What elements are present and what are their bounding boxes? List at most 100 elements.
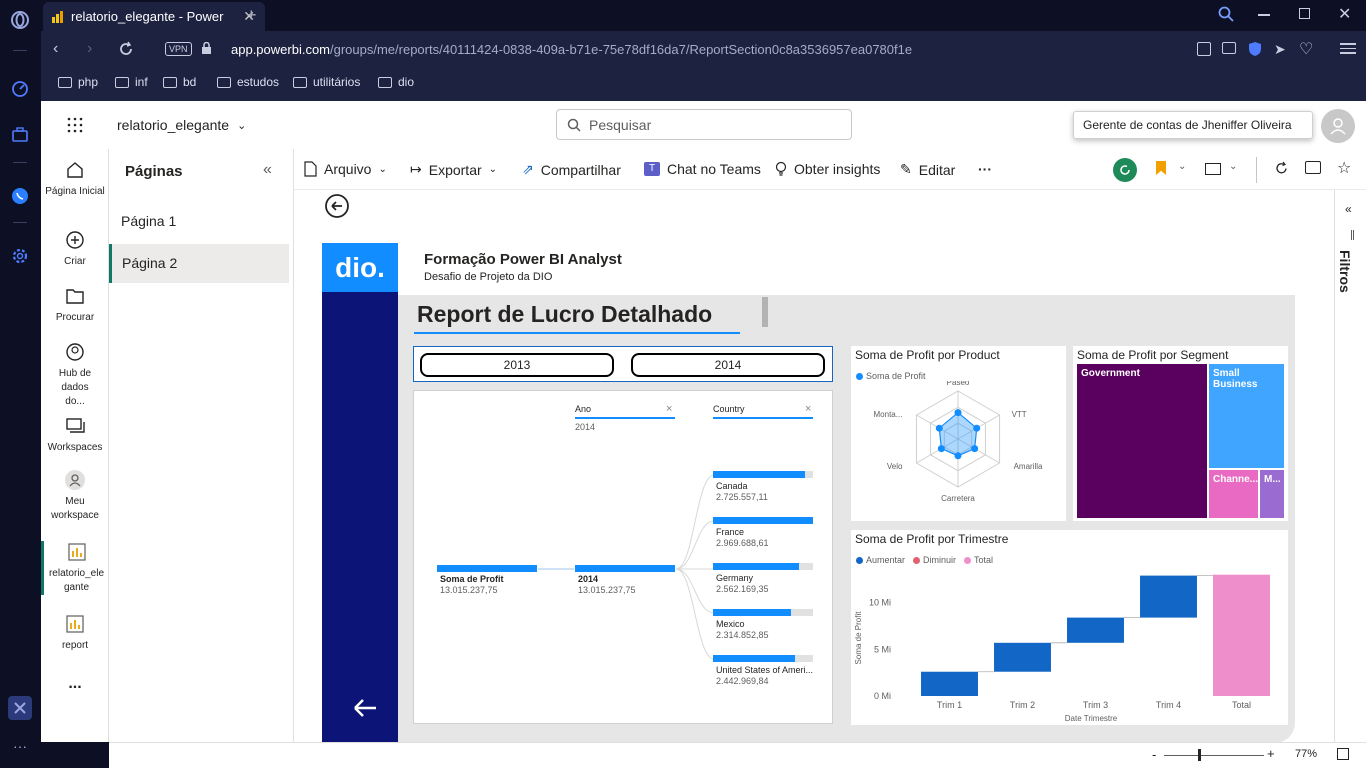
close-window-icon[interactable]: ✕ bbox=[1338, 4, 1351, 24]
opera-logo-icon[interactable] bbox=[8, 8, 32, 32]
reload-icon[interactable] bbox=[118, 41, 134, 57]
briefcase-icon[interactable] bbox=[8, 123, 32, 147]
page-item-1[interactable]: Página 1 bbox=[109, 207, 289, 239]
bookmark-icon[interactable] bbox=[1156, 161, 1166, 175]
waterfall-chart[interactable]: Soma de Profit por Trimestre Aumentar Di… bbox=[851, 530, 1288, 725]
zoom-out-button[interactable]: - bbox=[1152, 747, 1156, 762]
year-button-2014[interactable]: 2014 bbox=[631, 353, 825, 377]
page-item-2[interactable]: Página 2 bbox=[109, 244, 289, 283]
forward-icon[interactable]: › bbox=[87, 40, 92, 58]
root-bar[interactable] bbox=[437, 565, 537, 572]
country-bar[interactable] bbox=[713, 655, 795, 662]
radar-point[interactable] bbox=[971, 445, 979, 453]
chevron-down-icon[interactable]: ⌄ bbox=[1229, 161, 1237, 172]
back-icon[interactable]: ‹ bbox=[53, 40, 58, 58]
country-bar[interactable] bbox=[713, 517, 813, 524]
nav-browse[interactable]: Procurar bbox=[41, 285, 109, 325]
heart-icon[interactable]: ♡ bbox=[1299, 39, 1313, 59]
chat-teams-button[interactable]: T Chat no Teams bbox=[644, 161, 761, 177]
back-arrow-icon[interactable] bbox=[352, 695, 378, 721]
lock-icon[interactable] bbox=[201, 42, 212, 55]
editar-button[interactable]: ✎ Editar bbox=[900, 161, 955, 178]
country-bar[interactable] bbox=[713, 609, 791, 616]
favorite-star-icon[interactable]: ☆ bbox=[1337, 158, 1351, 178]
send-icon[interactable]: ➤ bbox=[1274, 41, 1286, 58]
share-page-icon[interactable] bbox=[1197, 42, 1211, 56]
year-button-2013[interactable]: 2013 bbox=[420, 353, 614, 377]
exportar-menu[interactable]: ↦ Exportar ⌄ bbox=[410, 161, 497, 178]
app-launcher-icon[interactable] bbox=[67, 117, 83, 133]
decomposition-tree[interactable]: Ano × 2014 Country × Soma de Profit 13.0… bbox=[413, 390, 833, 724]
more-icon[interactable]: ··· bbox=[8, 734, 32, 758]
chevron-down-icon[interactable]: ⌄ bbox=[1178, 161, 1186, 172]
nav-home[interactable]: Página Inicial bbox=[41, 159, 109, 199]
year-node-bar[interactable] bbox=[575, 565, 675, 572]
restore-icon[interactable] bbox=[1299, 8, 1310, 19]
back-arrow-icon[interactable] bbox=[324, 193, 350, 219]
bookmark-inf[interactable]: inf bbox=[115, 75, 148, 89]
nav-more-icon[interactable]: ... bbox=[41, 676, 109, 692]
country-bar[interactable] bbox=[713, 471, 805, 478]
bookmark-utilitarios[interactable]: utilitários bbox=[293, 75, 360, 89]
country-bar[interactable] bbox=[713, 563, 799, 570]
treemap-tile-government[interactable]: Government bbox=[1077, 364, 1207, 518]
report-name-dropdown[interactable]: relatorio_elegante ⌄ bbox=[117, 117, 246, 133]
reset-icon[interactable] bbox=[1113, 158, 1137, 182]
obter-insights-button[interactable]: Obter insights bbox=[775, 161, 880, 177]
collapse-pages-icon[interactable]: « bbox=[263, 161, 272, 179]
close-icon[interactable]: × bbox=[666, 403, 672, 415]
fit-page-icon[interactable] bbox=[1337, 748, 1349, 760]
extension-icon[interactable] bbox=[8, 696, 32, 720]
view-icon[interactable] bbox=[1205, 163, 1221, 175]
radar-point[interactable] bbox=[973, 424, 981, 432]
avatar[interactable] bbox=[1321, 109, 1355, 143]
shield-icon[interactable] bbox=[1248, 41, 1262, 57]
treemap-chart[interactable]: Soma de Profit por Segment Government Sm… bbox=[1073, 346, 1288, 521]
nav-data-hub[interactable]: Hub de dados do... bbox=[41, 341, 109, 409]
treemap-tile-m[interactable]: M... bbox=[1260, 470, 1284, 518]
search-input[interactable]: Pesquisar bbox=[556, 109, 852, 140]
bookmark-dio[interactable]: dio bbox=[378, 75, 414, 89]
zoom-value[interactable]: 77% bbox=[1295, 748, 1317, 760]
settings-icon[interactable] bbox=[8, 244, 32, 268]
arquivo-menu[interactable]: Arquivo ⌄ bbox=[304, 161, 387, 177]
zoom-slider[interactable] bbox=[1164, 755, 1264, 756]
waterfall-bar[interactable] bbox=[1067, 617, 1124, 643]
waterfall-bar[interactable] bbox=[994, 642, 1051, 672]
vpn-badge[interactable]: VPN bbox=[165, 42, 192, 56]
whatsapp-icon[interactable] bbox=[8, 184, 32, 208]
speed-dial-icon[interactable] bbox=[8, 77, 32, 101]
waterfall-bar[interactable] bbox=[1140, 575, 1197, 618]
nav-my-workspace[interactable]: Meu workspace bbox=[41, 469, 109, 523]
close-icon[interactable]: × bbox=[805, 403, 811, 415]
menu-icon[interactable] bbox=[1340, 40, 1356, 56]
filters-pane[interactable]: « Filtros bbox=[1334, 190, 1366, 742]
comment-icon[interactable] bbox=[1305, 161, 1321, 174]
radar-point[interactable] bbox=[937, 445, 945, 453]
search-tabs-icon[interactable] bbox=[1218, 6, 1234, 22]
bookmark-php[interactable]: php bbox=[58, 75, 98, 89]
nav-report[interactable]: report bbox=[41, 613, 109, 653]
nav-relatorio-elegante[interactable]: relatorio_elegante bbox=[41, 541, 109, 595]
radar-point[interactable] bbox=[935, 424, 943, 432]
waterfall-bar[interactable] bbox=[1213, 574, 1270, 696]
radar-chart[interactable]: Soma de Profit por Product Soma de Profi… bbox=[851, 346, 1066, 521]
bookmark-estudos[interactable]: estudos bbox=[217, 75, 279, 89]
nav-create[interactable]: Criar bbox=[41, 229, 109, 269]
bookmark-bd[interactable]: bd bbox=[163, 75, 196, 89]
url-field[interactable]: app.powerbi.com/groups/me/reports/401114… bbox=[231, 42, 912, 57]
nav-workspaces[interactable]: Workspaces bbox=[41, 415, 109, 455]
new-tab-icon[interactable]: + bbox=[246, 5, 257, 26]
treemap-tile-channel[interactable]: Channe... bbox=[1209, 470, 1258, 518]
radar-point[interactable] bbox=[954, 409, 962, 417]
more-options-icon[interactable]: ··· bbox=[978, 161, 992, 177]
compartilhar-button[interactable]: ⇗ Compartilhar bbox=[522, 161, 621, 178]
zoom-in-button[interactable]: + bbox=[1267, 746, 1275, 761]
refresh-icon[interactable] bbox=[1274, 161, 1289, 176]
camera-icon[interactable] bbox=[1222, 42, 1236, 54]
treemap-tile-small-business[interactable]: Small Business bbox=[1209, 364, 1284, 468]
zoom-slider-thumb[interactable] bbox=[1198, 749, 1201, 761]
waterfall-bar[interactable] bbox=[921, 671, 978, 696]
radar-point[interactable] bbox=[954, 452, 962, 460]
browser-tab[interactable]: relatorio_elegante - Power ✕ bbox=[43, 2, 265, 31]
